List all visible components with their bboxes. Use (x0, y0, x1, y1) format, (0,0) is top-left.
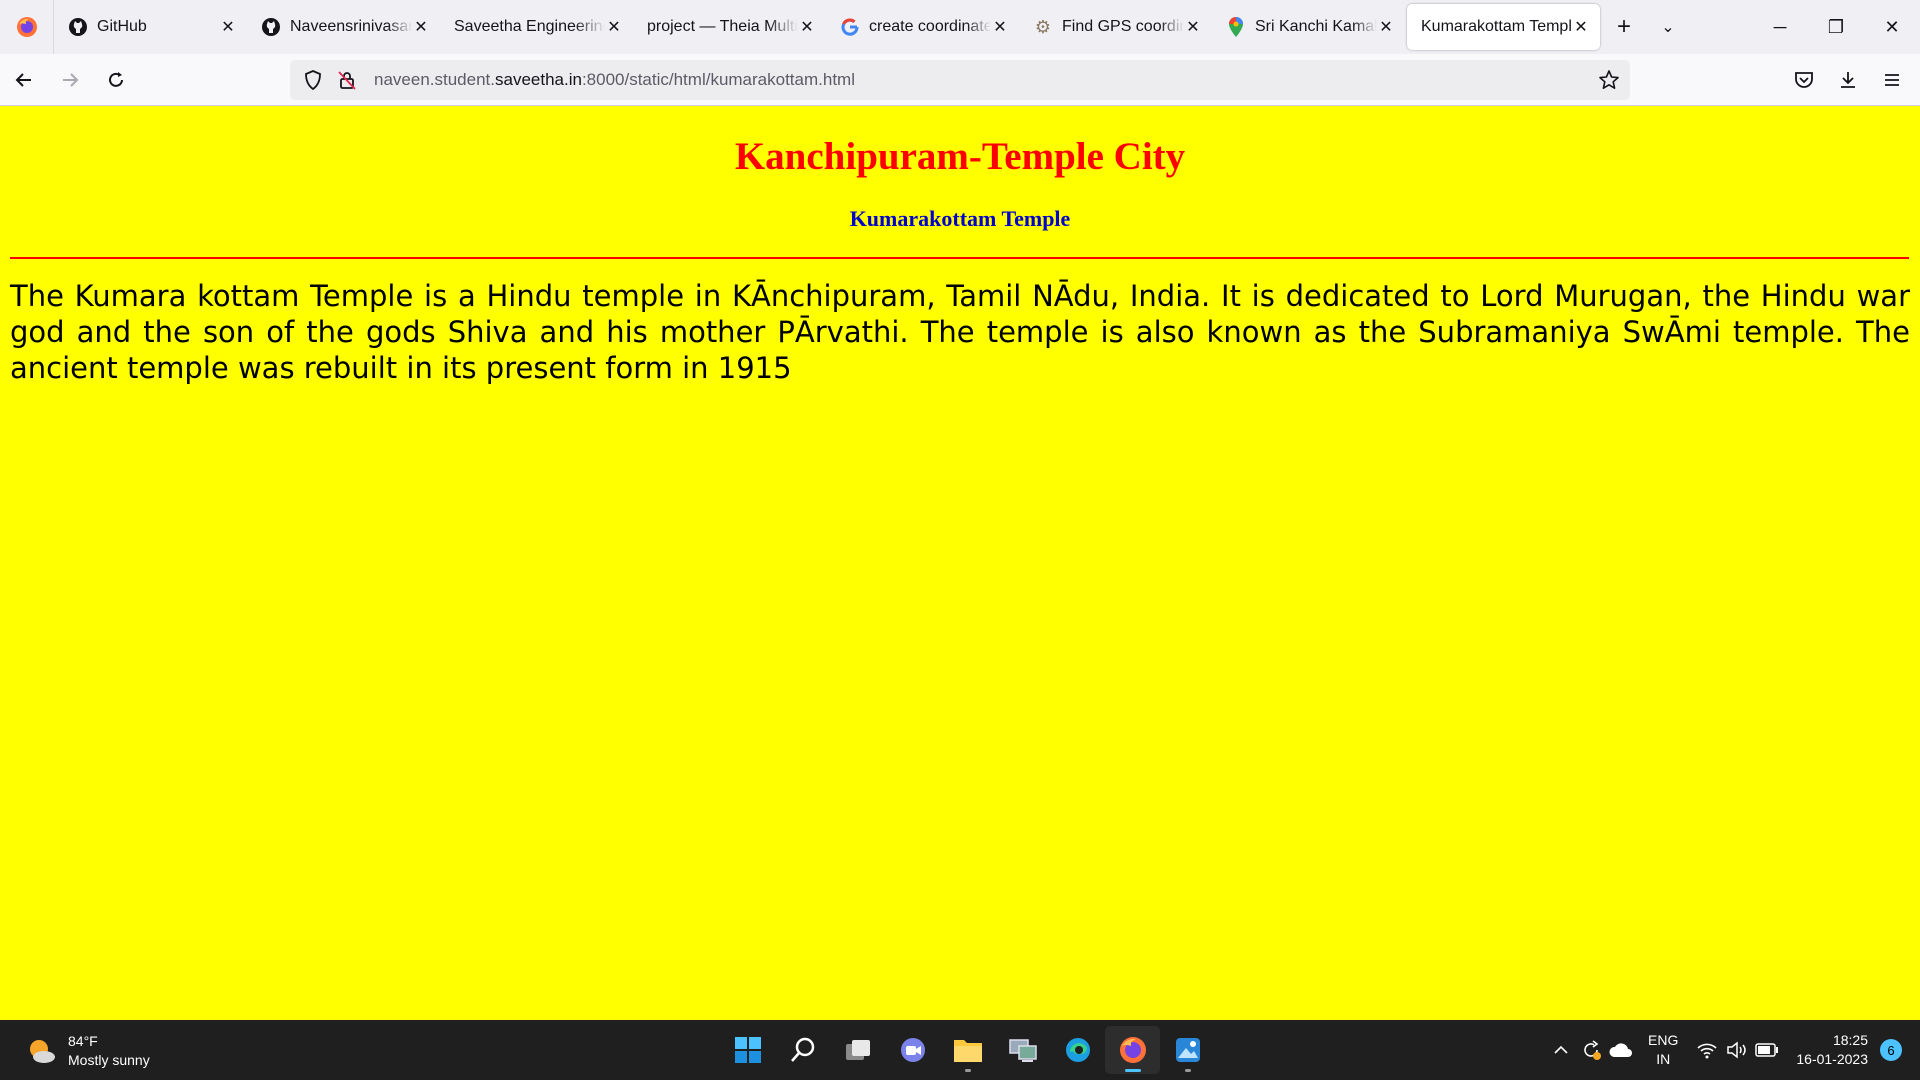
clock-date: 16-01-2023 (1796, 1051, 1868, 1067)
maps-pin-icon (1226, 17, 1246, 37)
tab-label: project — Theia Multi- (647, 18, 798, 35)
tab-label: Sri Kanchi Kamaks (1255, 18, 1377, 35)
toolbar-right-buttons (1782, 58, 1914, 102)
reload-icon[interactable] (94, 58, 138, 102)
horizontal-rule (10, 257, 1909, 259)
system-tray: ENG IN 18:25 16-01-2023 6 (1546, 1020, 1920, 1080)
file-explorer-icon[interactable] (940, 1026, 995, 1074)
close-tab-icon[interactable]: ✕ (1572, 18, 1590, 36)
wifi-icon[interactable] (1692, 1030, 1722, 1070)
url-domain: saveetha.in (494, 70, 582, 89)
close-window-icon[interactable]: ✕ (1864, 0, 1920, 54)
google-icon (840, 17, 860, 37)
tab-label: Saveetha Engineering (454, 18, 605, 35)
volume-icon[interactable] (1722, 1030, 1752, 1070)
close-tab-icon[interactable]: ✕ (219, 18, 237, 36)
close-tab-icon[interactable]: ✕ (1184, 18, 1202, 36)
running-indicator (1124, 1069, 1141, 1072)
tab-sri-kanchi[interactable]: Sri Kanchi Kamaks ✕ (1212, 0, 1405, 54)
clock-time: 18:25 (1832, 1032, 1868, 1048)
tab-label: Find GPS coordina (1062, 18, 1184, 35)
insecure-connection-lock-icon[interactable] (336, 69, 358, 91)
clock[interactable]: 18:25 16-01-2023 (1796, 1031, 1868, 1069)
navigation-toolbar: naveen.student.saveetha.in:8000/static/h… (0, 54, 1920, 106)
weather-temp: 84°F (68, 1033, 98, 1049)
notification-badge[interactable]: 6 (1880, 1039, 1902, 1061)
tab-label: GitHub (97, 18, 147, 35)
running-indicator (1184, 1069, 1191, 1072)
start-windows-icon[interactable] (720, 1026, 775, 1074)
battery-icon[interactable] (1752, 1030, 1782, 1070)
close-tab-icon[interactable]: ✕ (798, 18, 816, 36)
tab-label: create coordinates (869, 18, 991, 35)
onedrive-cloud-icon[interactable] (1606, 1030, 1636, 1070)
network-computer-icon[interactable] (995, 1026, 1050, 1074)
tracking-protection-shield-icon[interactable] (302, 69, 324, 91)
search-icon[interactable] (775, 1026, 830, 1074)
web-page: Kanchipuram-Temple City Kumarakottam Tem… (0, 106, 1920, 1020)
downloads-icon[interactable] (1826, 58, 1870, 102)
tab-find-gps[interactable]: ⚙ Find GPS coordina ✕ (1019, 0, 1212, 54)
partly-sunny-icon (30, 1040, 55, 1063)
url-prefix: naveen.student. (374, 70, 495, 89)
photos-app-icon[interactable] (1160, 1026, 1215, 1074)
temple-description: The Kumara kottam Temple is a Hindu temp… (10, 279, 1910, 385)
bookmark-star-icon[interactable] (1598, 69, 1620, 96)
forward-icon[interactable] (48, 58, 92, 102)
sync-update-icon[interactable] (1576, 1030, 1606, 1070)
running-indicator (964, 1069, 971, 1072)
taskbar-apps (720, 1026, 1215, 1074)
url-text[interactable]: naveen.student.saveetha.in:8000/static/h… (374, 70, 855, 90)
tab-label: Kumarakottam Temple (1421, 18, 1572, 35)
region-code: IN (1656, 1051, 1671, 1067)
pocket-icon[interactable] (1782, 58, 1826, 102)
tab-label: Naveensrinivasan0 (290, 18, 412, 35)
close-tab-icon[interactable]: ✕ (412, 18, 430, 36)
input-language-indicator[interactable]: ENG IN (1648, 1031, 1678, 1069)
tab-project-theia[interactable]: project — Theia Multi- ✕ (633, 0, 826, 54)
show-hidden-icons-chevron-icon[interactable] (1546, 1030, 1576, 1070)
page-subtitle: Kumarakottam Temple (849, 206, 1071, 231)
tab-kumarakottam[interactable]: Kumarakottam Temple ✕ (1407, 4, 1600, 50)
teams-chat-icon[interactable] (885, 1026, 940, 1074)
tab-naveensrinivasan[interactable]: Naveensrinivasan0 ✕ (247, 0, 440, 54)
github-icon (68, 17, 88, 37)
new-tab-button[interactable]: + (1602, 0, 1646, 54)
task-view-icon[interactable] (830, 1026, 885, 1074)
tab-strip: GitHub ✕ Naveensrinivasan0 ✕ Saveetha En… (0, 0, 1920, 54)
gear-icon: ⚙ (1034, 16, 1052, 37)
close-tab-icon[interactable]: ✕ (605, 18, 623, 36)
tab-saveetha[interactable]: Saveetha Engineering ✕ (440, 0, 633, 54)
tab-create-coordinates[interactable]: create coordinates ✕ (826, 0, 1019, 54)
close-tab-icon[interactable]: ✕ (991, 18, 1009, 36)
window-controls: ─ ❐ ✕ (1752, 0, 1920, 54)
edge-icon[interactable] (1050, 1026, 1105, 1074)
back-icon[interactable] (2, 58, 46, 102)
taskbar: 84°F Mostly sunny ENG IN 18:25 16-01-202… (0, 1020, 1920, 1080)
weather-widget[interactable]: 84°F Mostly sunny (26, 1032, 150, 1070)
url-bar[interactable]: naveen.student.saveetha.in:8000/static/h… (290, 60, 1630, 100)
list-all-tabs-chevron-icon[interactable]: ⌄ (1646, 0, 1690, 54)
github-icon (261, 17, 281, 37)
restore-icon[interactable]: ❐ (1808, 0, 1864, 54)
tab-github[interactable]: GitHub ✕ (54, 0, 247, 54)
close-tab-icon[interactable]: ✕ (1377, 18, 1395, 36)
weather-condition: Mostly sunny (68, 1052, 150, 1068)
hamburger-menu-icon[interactable] (1870, 58, 1914, 102)
page-title: Kanchipuram-Temple City (734, 135, 1186, 178)
minimize-icon[interactable]: ─ (1752, 0, 1808, 54)
firefox-menu-icon[interactable] (0, 0, 54, 54)
language-code: ENG (1648, 1032, 1679, 1048)
url-path: :8000/static/html/kumarakottam.html (581, 70, 855, 89)
firefox-taskbar-icon[interactable] (1105, 1026, 1160, 1074)
